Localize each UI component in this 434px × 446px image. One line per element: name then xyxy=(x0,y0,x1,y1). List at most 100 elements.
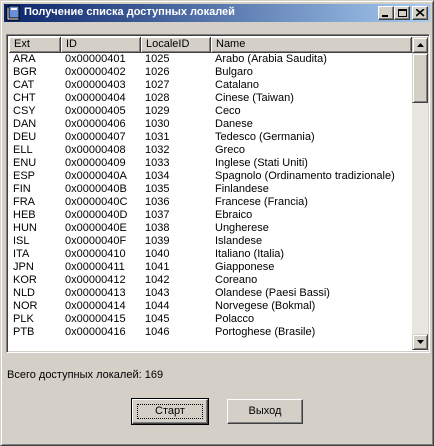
minimize-button[interactable] xyxy=(378,6,394,20)
exit-button-label: Выход xyxy=(248,405,282,417)
list-item[interactable]: BGR 0x00000402 1026 Bulgaro xyxy=(9,66,412,79)
scroll-thumb[interactable] xyxy=(412,53,428,103)
list-item[interactable]: KOR 0x00000412 1042 Coreano xyxy=(9,274,412,287)
list-item[interactable]: NOR 0x00000414 1044 Norvegese (Bokmal) xyxy=(9,300,412,313)
cell-name: Italiano (Italia) xyxy=(215,248,285,260)
cell-localeid: 1032 xyxy=(145,144,170,156)
cell-ext: DAN xyxy=(13,118,37,130)
list-item[interactable]: PTB 0x00000416 1046 Portoghese (Brasile) xyxy=(9,326,412,339)
cell-ext: FRA xyxy=(13,196,35,208)
cell-name: Francese (Francia) xyxy=(215,196,308,208)
cell-ext: CAT xyxy=(13,79,35,91)
cell-id: 0x0000040C xyxy=(65,196,128,208)
cell-name: Spagnolo (Ordinamento tradizionale) xyxy=(215,170,395,182)
cell-name: Catalano xyxy=(215,79,260,91)
focus-rect xyxy=(137,404,203,419)
close-button[interactable] xyxy=(412,6,428,20)
list-item[interactable]: ENU 0x00000409 1033 Inglese (Stati Uniti) xyxy=(9,157,412,170)
cell-ext: PTB xyxy=(13,326,35,338)
cell-ext: PLK xyxy=(13,313,34,325)
cell-localeid: 1045 xyxy=(145,313,170,325)
cell-localeid: 1027 xyxy=(145,79,170,91)
cell-id: 0x00000413 xyxy=(65,287,126,299)
cell-id: 0x0000040F xyxy=(65,235,127,247)
cell-localeid: 1030 xyxy=(145,118,170,130)
list-item[interactable]: ISL 0x0000040F 1039 Islandese xyxy=(9,235,412,248)
cell-ext: NOR xyxy=(13,300,38,312)
list-item[interactable]: PLK 0x00000415 1045 Polacco xyxy=(9,313,412,326)
cell-name: Polacco xyxy=(215,313,255,325)
cell-id: 0x00000415 xyxy=(65,313,126,325)
cell-localeid: 1029 xyxy=(145,105,170,117)
cell-ext: FIN xyxy=(13,183,31,195)
locale-list[interactable]: Ext ID LocaleID Name ARA 0x00000401 1025 Ar… xyxy=(6,34,430,353)
cell-ext: ARA xyxy=(13,53,36,65)
column-header-name[interactable]: Name xyxy=(211,37,412,53)
cell-ext: DEU xyxy=(13,131,37,143)
app-icon xyxy=(6,5,22,21)
cell-id: 0x0000040A xyxy=(65,170,127,182)
cell-localeid: 1028 xyxy=(145,92,170,104)
cell-localeid: 1034 xyxy=(145,170,170,182)
cell-id: 0x00000405 xyxy=(65,105,126,117)
column-header-localeid[interactable]: LocaleID xyxy=(141,37,211,53)
main-window: Получение списка доступных локалей Ext I… xyxy=(0,0,434,446)
cell-localeid: 1037 xyxy=(145,209,170,221)
list-item[interactable]: DEU 0x00000407 1031 Tedesco (Germania) xyxy=(9,131,412,144)
exit-button[interactable]: Выход xyxy=(227,399,303,424)
cell-ext: KOR xyxy=(13,274,37,286)
maximize-button[interactable] xyxy=(394,6,410,20)
cell-ext: ISL xyxy=(13,235,30,247)
list-item[interactable]: DAN 0x00000406 1030 Danese xyxy=(9,118,412,131)
cell-localeid: 1043 xyxy=(145,287,170,299)
list-item[interactable]: HUN 0x0000040E 1038 Ungherese xyxy=(9,222,412,235)
cell-localeid: 1042 xyxy=(145,274,170,286)
scroll-up-button[interactable] xyxy=(412,37,428,53)
vertical-scrollbar[interactable] xyxy=(412,37,428,350)
list-item[interactable]: CHT 0x00000404 1028 Cinese (Taiwan) xyxy=(9,92,412,105)
list-item[interactable]: FIN 0x0000040B 1035 Finlandese xyxy=(9,183,412,196)
cell-localeid: 1035 xyxy=(145,183,170,195)
cell-name: Finlandese xyxy=(215,183,269,195)
cell-localeid: 1038 xyxy=(145,222,170,234)
list-item[interactable]: CSY 0x00000405 1029 Ceco xyxy=(9,105,412,118)
cell-localeid: 1025 xyxy=(145,53,170,65)
cell-localeid: 1026 xyxy=(145,66,170,78)
cell-id: 0x00000406 xyxy=(65,118,126,130)
cell-name: Danese xyxy=(215,118,253,130)
cell-id: 0x00000409 xyxy=(65,157,126,169)
list-item[interactable]: ELL 0x00000408 1032 Greco xyxy=(9,144,412,157)
cell-id: 0x00000408 xyxy=(65,144,126,156)
cell-id: 0x00000411 xyxy=(65,261,125,273)
list-item[interactable]: NLD 0x00000413 1043 Olandese (Paesi Bassi) xyxy=(9,287,412,300)
column-header-ext[interactable]: Ext xyxy=(9,37,61,53)
cell-id: 0x00000416 xyxy=(65,326,126,338)
cell-ext: HUN xyxy=(13,222,37,234)
cell-ext: CHT xyxy=(13,92,36,104)
start-button[interactable]: Старт xyxy=(131,398,209,425)
cell-ext: HEB xyxy=(13,209,36,221)
cell-localeid: 1044 xyxy=(145,300,170,312)
list-item[interactable]: ARA 0x00000401 1025 Arabo (Arabia Saudita) xyxy=(9,53,412,66)
scroll-down-button[interactable] xyxy=(412,334,428,350)
title-bar[interactable]: Получение списка доступных локалей xyxy=(4,4,430,22)
list-item[interactable]: HEB 0x0000040D 1037 Ebraico xyxy=(9,209,412,222)
cell-id: 0x00000404 xyxy=(65,92,126,104)
cell-localeid: 1040 xyxy=(145,248,170,260)
cell-ext: ENU xyxy=(13,157,37,169)
list-item[interactable]: FRA 0x0000040C 1036 Francese (Francia) xyxy=(9,196,412,209)
list-item[interactable]: JPN 0x00000411 1041 Giapponese xyxy=(9,261,412,274)
cell-id: 0x0000040E xyxy=(65,222,127,234)
list-item[interactable]: CAT 0x00000403 1027 Catalano xyxy=(9,79,412,92)
cell-name: Giapponese xyxy=(215,261,275,273)
cell-id: 0x00000403 xyxy=(65,79,126,91)
cell-ext: BGR xyxy=(13,66,37,78)
cell-id: 0x00000401 xyxy=(65,53,126,65)
cell-id: 0x0000040B xyxy=(65,183,127,195)
list-item[interactable]: ITA 0x00000410 1040 Italiano (Italia) xyxy=(9,248,412,261)
cell-name: Norvegese (Bokmal) xyxy=(215,300,316,312)
column-header-id[interactable]: ID xyxy=(61,37,141,53)
maximize-icon xyxy=(398,9,407,17)
cell-ext: ELL xyxy=(13,144,33,156)
list-item[interactable]: ESP 0x0000040A 1034 Spagnolo (Ordinamento t… xyxy=(9,170,412,183)
